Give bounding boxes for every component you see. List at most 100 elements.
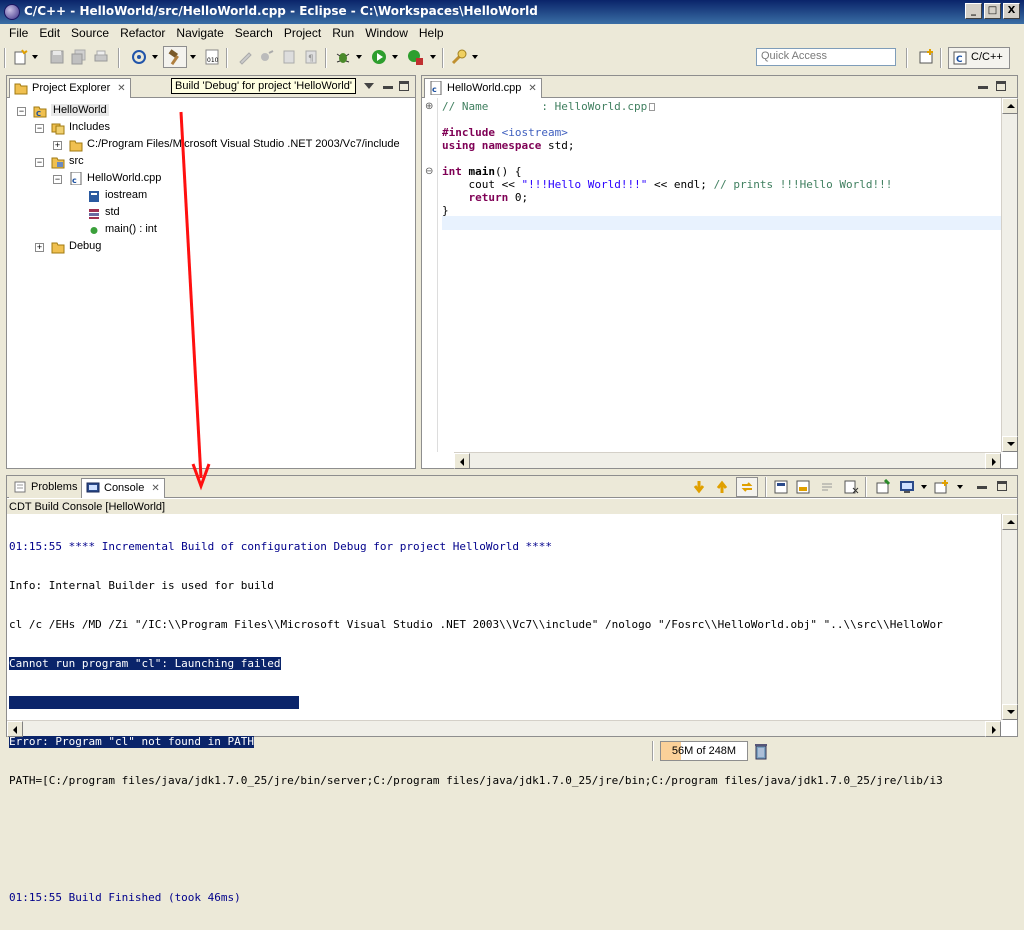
display-console-dropdown-icon[interactable] bbox=[921, 485, 927, 489]
maximize-button[interactable]: □ bbox=[984, 3, 1001, 19]
minimize-button[interactable]: _ bbox=[965, 3, 982, 19]
console-view-icon[interactable] bbox=[773, 479, 789, 495]
include-icon bbox=[89, 191, 99, 202]
editor-horizontal-scrollbar[interactable] bbox=[454, 452, 1001, 469]
search-flashlight-icon[interactable] bbox=[450, 48, 468, 66]
clear-console-icon[interactable] bbox=[843, 479, 859, 495]
menu-refactor[interactable]: Refactor bbox=[115, 24, 171, 42]
minimize-view-icon[interactable] bbox=[978, 86, 988, 89]
console-vertical-scrollbar[interactable] bbox=[1001, 514, 1018, 720]
menu-window[interactable]: Window bbox=[360, 24, 414, 42]
external-tools-dropdown-icon[interactable] bbox=[430, 55, 436, 59]
perspective-button[interactable]: C C/C++ bbox=[948, 47, 1010, 69]
menu-file[interactable]: File bbox=[4, 24, 34, 42]
c-perspective-icon: C bbox=[953, 51, 967, 65]
target-icon[interactable] bbox=[130, 48, 148, 66]
scroll-up-button[interactable] bbox=[1002, 514, 1018, 530]
run-icon[interactable] bbox=[370, 48, 388, 66]
scroll-left-button[interactable] bbox=[7, 721, 23, 737]
debug-icon[interactable] bbox=[334, 48, 352, 66]
menu-help[interactable]: Help bbox=[414, 24, 450, 42]
binary-icon[interactable]: 010 bbox=[203, 48, 221, 66]
link-with-editor-button[interactable] bbox=[736, 477, 758, 497]
collapse-icon[interactable]: − bbox=[35, 124, 44, 133]
scroll-up-button[interactable] bbox=[1002, 98, 1018, 114]
external-tools-icon[interactable] bbox=[406, 48, 424, 66]
code-keyword: int bbox=[442, 165, 462, 178]
menu-run[interactable]: Run bbox=[327, 24, 360, 42]
close-icon[interactable]: ✕ bbox=[117, 83, 125, 94]
console-icon bbox=[86, 482, 100, 493]
garbage-collect-icon[interactable] bbox=[753, 742, 769, 760]
close-icon[interactable]: ✕ bbox=[528, 83, 536, 94]
editor-vertical-scrollbar[interactable] bbox=[1001, 98, 1018, 452]
collapse-icon[interactable]: − bbox=[53, 175, 62, 184]
save-all-icon[interactable] bbox=[70, 48, 88, 66]
expand-icon[interactable]: + bbox=[53, 141, 62, 150]
pencil-icon[interactable] bbox=[236, 48, 254, 66]
search-dropdown-icon[interactable] bbox=[472, 55, 478, 59]
save-icon[interactable] bbox=[48, 48, 66, 66]
new-icon[interactable] bbox=[12, 48, 30, 66]
menu-project[interactable]: Project bbox=[279, 24, 327, 42]
main-toolbar: 010 ¶ Quick Access C C/C++ bbox=[0, 44, 1024, 72]
run-dropdown-icon[interactable] bbox=[392, 55, 398, 59]
display-console-icon[interactable] bbox=[899, 479, 915, 495]
window-title: C/C++ - HelloWorld/src/HelloWorld.cpp - … bbox=[24, 4, 538, 18]
build-button[interactable] bbox=[163, 46, 187, 68]
new-dropdown-icon[interactable] bbox=[32, 55, 38, 59]
next-icon[interactable] bbox=[691, 479, 707, 495]
quick-access-input[interactable]: Quick Access bbox=[756, 48, 896, 66]
tree-label: HelloWorld bbox=[51, 104, 109, 116]
tab-console[interactable]: Console ✕ bbox=[81, 478, 165, 498]
build-dropdown-icon[interactable] bbox=[190, 55, 196, 59]
scroll-right-button[interactable] bbox=[985, 453, 1001, 469]
close-button[interactable]: X bbox=[1003, 3, 1020, 19]
annotation-icon[interactable] bbox=[258, 48, 276, 66]
word-wrap-icon[interactable] bbox=[819, 479, 835, 495]
tab-project-explorer[interactable]: Project Explorer ✕ bbox=[9, 78, 131, 98]
target-dropdown-icon[interactable] bbox=[152, 55, 158, 59]
collapse-icon[interactable]: − bbox=[17, 107, 26, 116]
svg-text:¶: ¶ bbox=[308, 54, 314, 64]
open-console-icon[interactable] bbox=[933, 479, 949, 495]
scroll-down-button[interactable] bbox=[1002, 704, 1018, 720]
collapse-icon[interactable]: − bbox=[35, 158, 44, 167]
code-editor[interactable]: // Name : HelloWorld.cpp #include <iostre… bbox=[442, 100, 892, 217]
print-icon[interactable] bbox=[92, 48, 110, 66]
maximize-view-icon[interactable] bbox=[399, 81, 409, 91]
close-icon[interactable]: ✕ bbox=[151, 483, 159, 494]
view-menu-icon[interactable] bbox=[362, 80, 376, 92]
console-horizontal-scrollbar[interactable] bbox=[7, 720, 1001, 737]
fold-icon[interactable]: ⊖ bbox=[425, 166, 433, 177]
open-console-dropdown-icon[interactable] bbox=[957, 485, 963, 489]
scroll-left-button[interactable] bbox=[454, 453, 470, 469]
fold-icon[interactable]: ⊕ bbox=[425, 101, 433, 112]
previous-icon[interactable] bbox=[714, 479, 730, 495]
console-line-selected bbox=[9, 696, 299, 709]
copy-console-icon[interactable] bbox=[795, 479, 811, 495]
expand-icon[interactable]: + bbox=[35, 243, 44, 252]
menu-source[interactable]: Source bbox=[66, 24, 115, 42]
menu-edit[interactable]: Edit bbox=[34, 24, 66, 42]
tab-helloworld-cpp[interactable]: c HelloWorld.cpp ✕ bbox=[424, 78, 542, 98]
maximize-view-icon[interactable] bbox=[997, 481, 1007, 491]
title-bar[interactable]: C/C++ - HelloWorld/src/HelloWorld.cpp - … bbox=[0, 0, 1024, 24]
minimize-view-icon[interactable] bbox=[383, 86, 393, 89]
tab-problems[interactable]: Problems bbox=[9, 478, 82, 498]
paragraph-icon[interactable]: ¶ bbox=[302, 48, 320, 66]
heap-status[interactable]: 56M of 248M bbox=[660, 741, 748, 761]
debug-dropdown-icon[interactable] bbox=[356, 55, 362, 59]
menu-search[interactable]: Search bbox=[230, 24, 279, 42]
scroll-right-button[interactable] bbox=[985, 721, 1001, 737]
menu-navigate[interactable]: Navigate bbox=[171, 24, 229, 42]
link-icon bbox=[741, 482, 753, 492]
pin-console-icon[interactable] bbox=[875, 479, 891, 495]
maximize-view-icon[interactable] bbox=[996, 81, 1006, 91]
editor-ruler: ⊕ ⊖ bbox=[422, 98, 438, 452]
eclipse-icon bbox=[4, 4, 20, 20]
minimize-view-icon[interactable] bbox=[977, 486, 987, 489]
open-perspective-icon[interactable] bbox=[918, 48, 936, 66]
format-icon[interactable] bbox=[280, 48, 298, 66]
scroll-down-button[interactable] bbox=[1002, 436, 1018, 452]
